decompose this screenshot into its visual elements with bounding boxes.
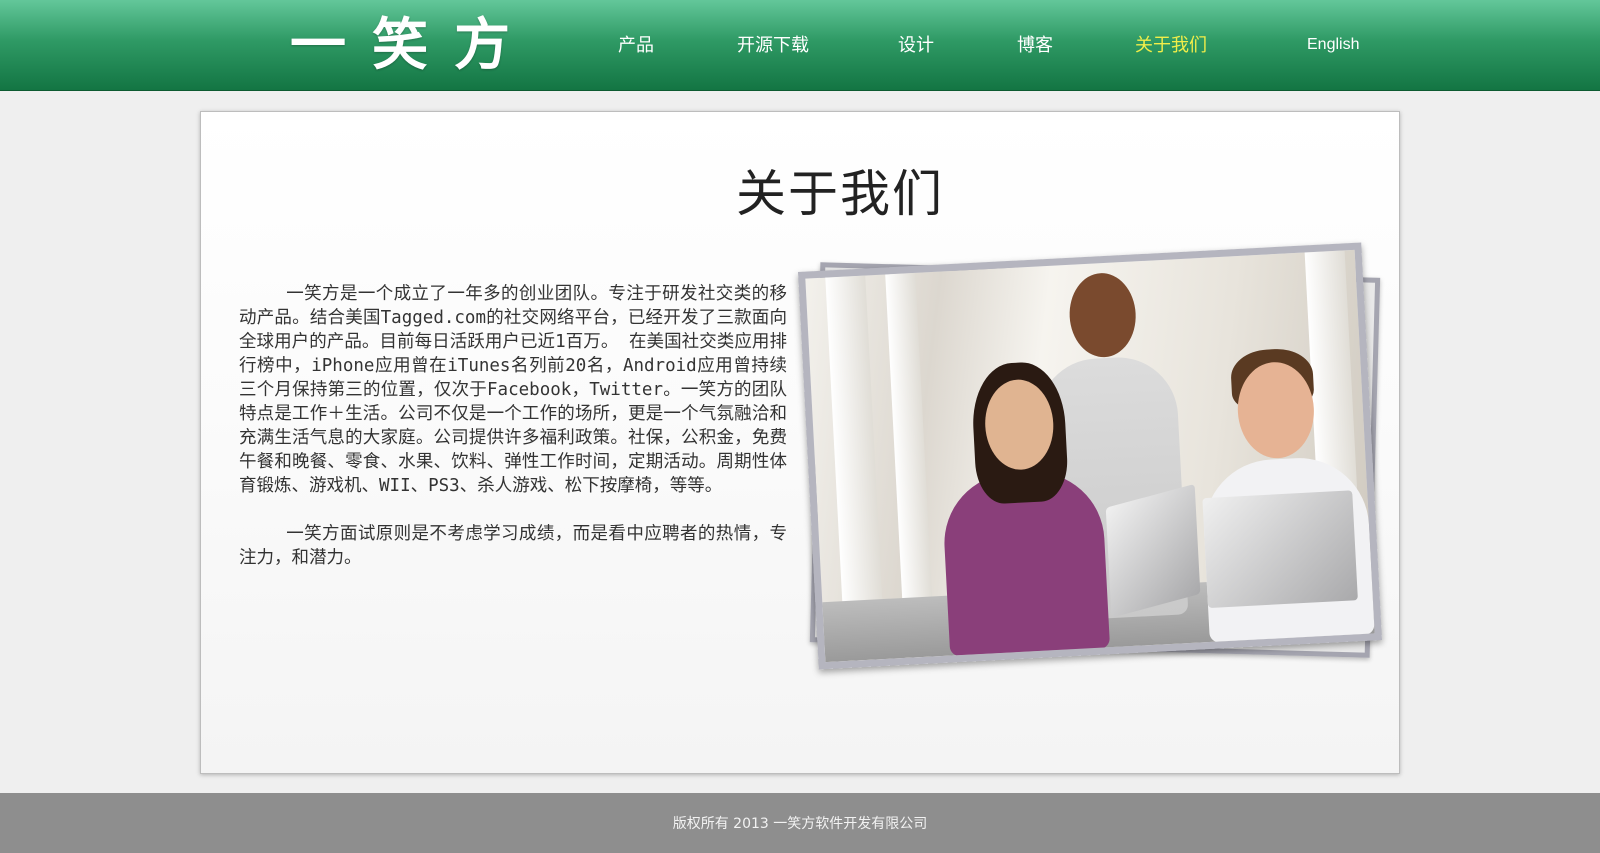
laptop bbox=[1202, 490, 1358, 609]
team-photo bbox=[797, 242, 1383, 670]
content-card: 关于我们 一笑方是一个成立了一年多的创业团队。专注于研发社交类的移动产品。结合美… bbox=[200, 111, 1400, 774]
person-head bbox=[1067, 271, 1138, 359]
main-nav: 产品 开源下载 设计 博客 关于我们 English bbox=[0, 0, 1600, 90]
laptop bbox=[1105, 483, 1201, 618]
page-title: 关于我们 bbox=[736, 165, 944, 223]
about-paragraph: 一笑方是一个成立了一年多的创业团队。专注于研发社交类的移动产品。结合美国Tagg… bbox=[239, 284, 787, 496]
nav-item-products[interactable]: 产品 bbox=[618, 34, 654, 58]
nav-item-about-us[interactable]: 关于我们 bbox=[1135, 34, 1207, 58]
nav-item-blog[interactable]: 博客 bbox=[1017, 34, 1053, 58]
about-paragraph: 一笑方面试原则是不考虑学习成绩，而是看中应聘者的热情，专注力，和潜力。 bbox=[239, 524, 787, 568]
nav-item-opensource-download[interactable]: 开源下载 bbox=[737, 34, 809, 58]
language-switch-link[interactable]: English bbox=[1307, 36, 1359, 54]
copyright-text: 版权所有 2013 一笑方软件开发有限公司 bbox=[672, 816, 928, 832]
nav-item-design[interactable]: 设计 bbox=[898, 34, 934, 58]
about-text: 一笑方是一个成立了一年多的创业团队。专注于研发社交类的移动产品。结合美国Tagg… bbox=[239, 282, 787, 594]
site-header: 一笑方 产品 开源下载 设计 博客 关于我们 English bbox=[0, 0, 1600, 91]
site-footer: 版权所有 2013 一笑方软件开发有限公司 bbox=[0, 793, 1600, 853]
